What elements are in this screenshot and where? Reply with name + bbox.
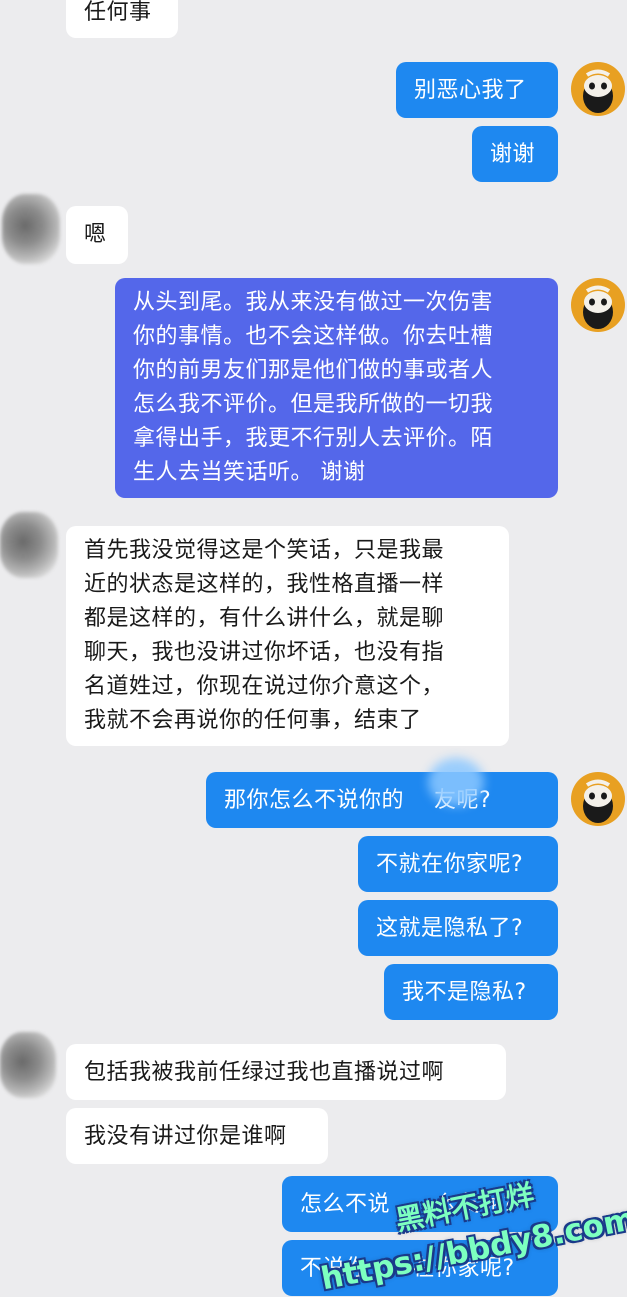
incoming-message[interactable]: 任何事 xyxy=(66,0,178,38)
incoming-message[interactable]: 首先我没觉得这是个笑话，只是我最 近的状态是这样的，我性格直播一样 都是这样的，… xyxy=(66,526,509,746)
self-avatar[interactable] xyxy=(571,278,625,332)
outgoing-message[interactable]: 别恶心我了 xyxy=(396,62,558,118)
incoming-message[interactable]: 嗯 xyxy=(66,206,128,264)
cartoon-face-icon xyxy=(583,779,613,823)
self-avatar[interactable] xyxy=(571,772,625,826)
outgoing-message[interactable]: 我不是隐私? xyxy=(384,964,558,1020)
outgoing-message[interactable]: 谢谢 xyxy=(472,126,558,182)
redaction-blur xyxy=(428,758,484,806)
self-avatar[interactable] xyxy=(571,62,625,116)
incoming-message[interactable]: 我没有讲过你是谁啊 xyxy=(66,1108,328,1164)
cartoon-face-icon xyxy=(583,69,613,113)
contact-avatar[interactable] xyxy=(2,194,60,264)
contact-avatar[interactable] xyxy=(0,1032,56,1098)
outgoing-message[interactable]: 这就是隐私了? xyxy=(358,900,558,956)
outgoing-message[interactable]: 不就在你家呢? xyxy=(358,836,558,892)
chat-conversation: 任何事 别恶心我了 谢谢 嗯 从头到尾。我从来没有做过一次伤害 你的事情。也不会… xyxy=(0,0,627,1297)
outgoing-message[interactable]: 从头到尾。我从来没有做过一次伤害 你的事情。也不会这样做。你去吐槽 你的前男友们… xyxy=(115,278,558,498)
incoming-message[interactable]: 包括我被我前任绿过我也直播说过啊 xyxy=(66,1044,506,1100)
outgoing-message[interactable]: 那你怎么不说你的 友呢? xyxy=(206,772,558,828)
cartoon-face-icon xyxy=(583,285,613,329)
contact-avatar[interactable] xyxy=(0,512,58,578)
